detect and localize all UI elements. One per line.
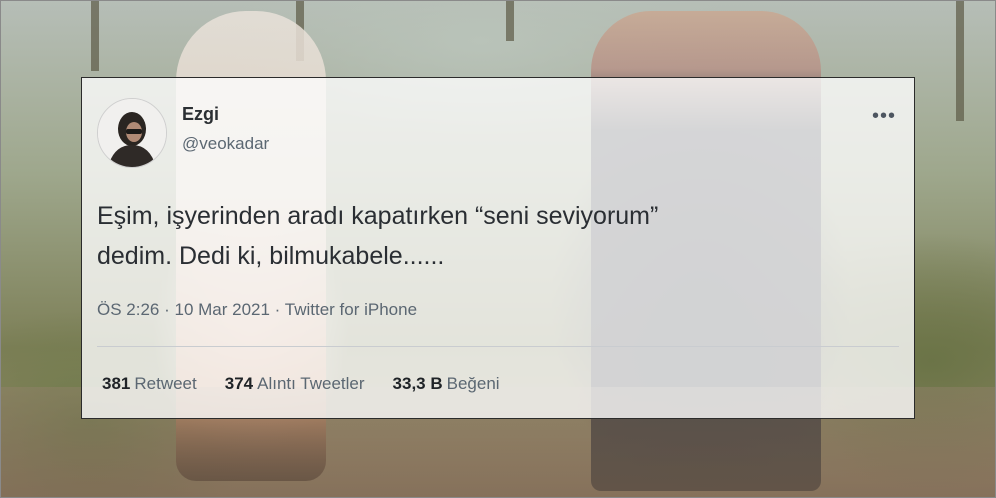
tweet-text-line: Eşim, işyerinden aradı kapatırken “seni … bbox=[97, 202, 659, 230]
quotes-stat[interactable]: 374 Alıntı Tweetler bbox=[225, 374, 365, 394]
author-handle[interactable]: @veokadar bbox=[182, 134, 269, 154]
retweets-label: Retweet bbox=[134, 374, 197, 393]
tweet-meta: ÖS 2:26 · 10 Mar 2021 · Twitter for iPho… bbox=[97, 300, 417, 320]
tree-trunk bbox=[91, 1, 99, 71]
retweets-count: 381 bbox=[102, 374, 131, 393]
screenshot-frame: Ezgi @veokadar ••• Eşim, işyerinden arad… bbox=[0, 0, 996, 498]
tweet-stats: 381 Retweet 374 Alıntı Tweetler 33,3 B Beğe… bbox=[102, 374, 500, 394]
tweet-text-line: dedim. Dedi ki, bilmukabele...... bbox=[97, 242, 445, 270]
author-name[interactable]: Ezgi bbox=[182, 104, 219, 125]
tweet-card[interactable]: Ezgi @veokadar ••• Eşim, işyerinden arad… bbox=[81, 77, 915, 419]
more-icon[interactable]: ••• bbox=[872, 106, 896, 126]
tweet-time[interactable]: ÖS 2:26 bbox=[97, 300, 159, 319]
avatar-icon[interactable] bbox=[97, 98, 167, 168]
quotes-count: 374 bbox=[224, 374, 254, 393]
tweet-text: Eşim, işyerinden aradı kapatırken “seni … bbox=[97, 196, 857, 276]
likes-stat[interactable]: 33,3 B Beğeni bbox=[393, 374, 500, 394]
tree-trunk bbox=[956, 1, 964, 121]
likes-label: Beğeni bbox=[446, 374, 500, 393]
likes-count: 33,3 B bbox=[392, 374, 443, 393]
meta-separator: · bbox=[269, 300, 285, 319]
tweet-source[interactable]: Twitter for iPhone bbox=[285, 300, 417, 319]
quotes-label: Alıntı Tweetler bbox=[257, 374, 365, 393]
retweets-stat[interactable]: 381 Retweet bbox=[102, 374, 197, 394]
tree-trunk bbox=[506, 1, 514, 41]
meta-separator: · bbox=[159, 300, 175, 319]
tweet-date[interactable]: 10 Mar 2021 bbox=[174, 300, 269, 319]
divider bbox=[97, 346, 899, 347]
